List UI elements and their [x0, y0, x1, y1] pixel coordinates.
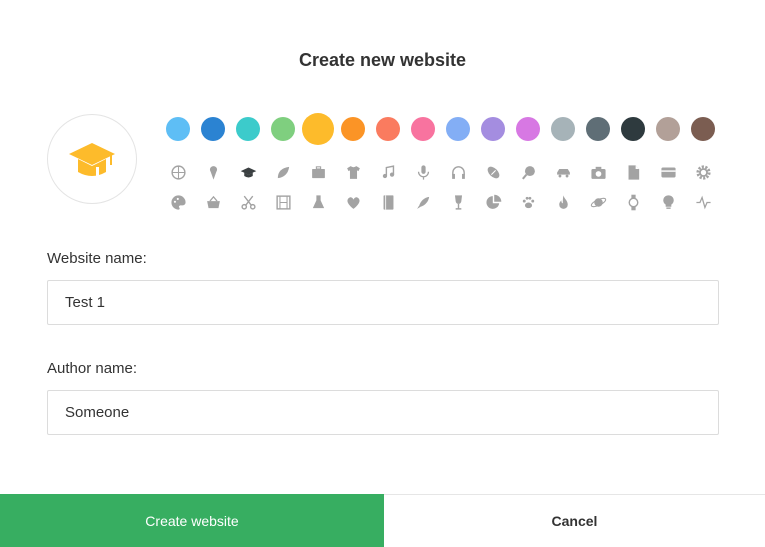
author-name-input[interactable] [47, 390, 719, 435]
icon-option[interactable] [656, 160, 680, 184]
icon-option[interactable] [551, 160, 575, 184]
tshirt-icon [346, 165, 360, 179]
website-name-label: Website name: [47, 250, 147, 267]
cancel-button[interactable]: Cancel [384, 494, 765, 547]
icon-option[interactable] [341, 190, 365, 214]
icon-option[interactable] [306, 190, 330, 214]
icon-option[interactable] [236, 190, 260, 214]
car-icon [556, 168, 570, 177]
credit-card-icon [660, 167, 676, 177]
headphones-icon [451, 165, 465, 179]
icon-option[interactable] [691, 190, 715, 214]
paw-icon [522, 196, 534, 208]
basketball-icon [170, 164, 186, 180]
ice-cream-icon [209, 165, 217, 180]
color-swatch[interactable] [586, 117, 610, 141]
icon-option[interactable] [201, 190, 225, 214]
palette-icon [170, 194, 186, 210]
icon-option[interactable] [166, 190, 190, 214]
pulse-icon [695, 195, 711, 209]
pie-chart-icon [485, 194, 501, 209]
film-icon [275, 194, 291, 210]
football-icon [487, 166, 499, 178]
watch-icon [628, 194, 638, 210]
icon-option[interactable] [201, 160, 225, 184]
icon-option[interactable] [656, 190, 680, 214]
wine-glass-icon [454, 194, 462, 210]
color-swatch[interactable] [691, 117, 715, 141]
color-swatch[interactable] [656, 117, 680, 141]
briefcase-icon [311, 165, 325, 178]
color-swatch[interactable] [236, 117, 260, 141]
icon-option[interactable] [236, 160, 260, 184]
icon-option[interactable] [481, 190, 505, 214]
planet-icon [590, 197, 606, 207]
icon-option[interactable] [691, 160, 715, 184]
lightbulb-icon [662, 194, 674, 209]
color-swatch[interactable] [411, 117, 435, 141]
color-swatch[interactable] [551, 117, 575, 141]
graduation-cap-icon [69, 143, 115, 177]
color-swatch[interactable] [201, 117, 225, 141]
color-swatch[interactable] [166, 117, 190, 141]
color-swatch[interactable] [271, 117, 295, 141]
gear-icon [695, 164, 711, 180]
icon-picker [166, 160, 726, 216]
icon-option[interactable] [271, 190, 295, 214]
microphone-icon [417, 164, 429, 180]
icon-option[interactable] [586, 160, 610, 184]
create-website-button[interactable]: Create website [0, 494, 384, 547]
ping-pong-icon [521, 165, 535, 180]
color-swatch[interactable] [481, 117, 505, 141]
website-icon-preview [47, 114, 137, 204]
color-swatch[interactable] [302, 113, 334, 145]
color-picker [166, 113, 726, 145]
color-swatch[interactable] [446, 117, 470, 141]
icon-option[interactable] [446, 160, 470, 184]
icon-option[interactable] [166, 160, 190, 184]
scissors-icon [240, 195, 256, 210]
dialog-title: Create new website [298, 50, 467, 70]
author-name-label: Author name: [47, 360, 138, 377]
color-swatch[interactable] [376, 117, 400, 141]
website-name-input[interactable] [47, 280, 719, 325]
color-swatch[interactable] [341, 117, 365, 141]
icon-option[interactable] [516, 190, 540, 214]
book-icon [383, 194, 393, 210]
icon-option[interactable] [621, 160, 645, 184]
music-note-icon [382, 164, 394, 178]
camera-icon [590, 166, 606, 179]
icon-option[interactable] [621, 190, 645, 214]
icon-option[interactable] [586, 190, 610, 214]
icon-option[interactable] [376, 160, 400, 184]
document-icon [628, 164, 639, 180]
icon-option[interactable] [306, 160, 330, 184]
heart-icon [346, 196, 360, 209]
icon-option[interactable] [341, 160, 365, 184]
flask-icon [312, 194, 324, 208]
graduation-cap-icon [240, 167, 256, 177]
icon-option[interactable] [446, 190, 470, 214]
icon-option[interactable] [481, 160, 505, 184]
shopping-basket-icon [206, 195, 220, 208]
icon-option[interactable] [516, 160, 540, 184]
color-swatch[interactable] [621, 117, 645, 141]
leaf-icon [277, 166, 289, 178]
color-swatch[interactable] [516, 117, 540, 141]
rocket-icon [416, 196, 429, 209]
icon-option[interactable] [411, 190, 435, 214]
icon-option[interactable] [551, 190, 575, 214]
icon-option[interactable] [376, 190, 400, 214]
icon-option[interactable] [411, 160, 435, 184]
icon-option[interactable] [271, 160, 295, 184]
flame-icon [558, 194, 568, 209]
